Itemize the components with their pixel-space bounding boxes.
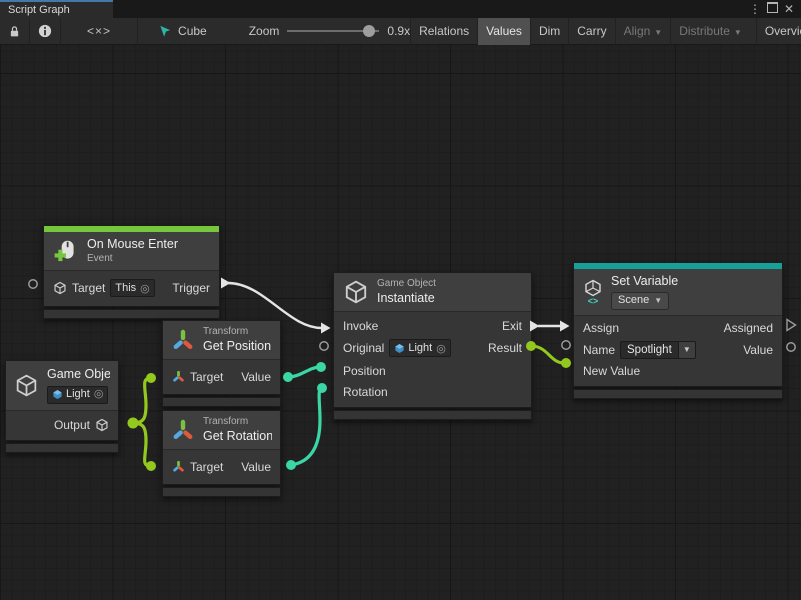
mouse-enter-icon (53, 238, 79, 264)
game-object-cube-icon (14, 373, 39, 398)
tab-script-graph[interactable]: Script Graph (0, 0, 113, 18)
target-object-field[interactable]: This ◎ (110, 279, 154, 297)
node-game-object-literal[interactable]: Game Object Light ◎ Output (5, 360, 119, 453)
port-label-target: Target (72, 281, 105, 295)
close-icon[interactable]: ✕ (784, 0, 794, 18)
node-category: Game Object (377, 278, 436, 291)
preview-code-button[interactable]: <×> (61, 18, 138, 45)
variable-kind-dropdown[interactable]: Scene ▼ (611, 292, 669, 310)
transform-icon (171, 328, 195, 352)
node-get-rotation[interactable]: Transform Get Rotation Target Value (162, 410, 281, 497)
overview-button[interactable]: Overview (756, 18, 801, 45)
node-footer (43, 309, 220, 319)
port-label-original: Original (343, 341, 384, 355)
variable-name-dropdown[interactable]: Spotlight ▼ (620, 341, 696, 359)
transform-mini-icon (172, 370, 185, 383)
relations-button[interactable]: Relations (410, 18, 477, 45)
node-instantiate[interactable]: Game Object Instantiate Invoke Exit Orig… (333, 272, 532, 420)
port-label-assigned: Assigned (724, 321, 773, 335)
game-object-cube-icon (343, 279, 369, 305)
maximize-icon[interactable] (767, 0, 778, 18)
node-subtitle: Event (87, 253, 178, 266)
unity-object-icon (52, 389, 63, 400)
node-footer (162, 397, 281, 407)
object-picker-icon[interactable]: ◎ (140, 282, 150, 295)
port-label-rotation: Rotation (343, 385, 388, 399)
node-category: Transform (203, 326, 271, 339)
port-label-invoke: Invoke (343, 319, 378, 333)
node-footer (573, 389, 783, 399)
port-label-position: Position (343, 364, 386, 378)
node-get-position[interactable]: Transform Get Position Target Value (162, 320, 281, 407)
graph-toolbar: <×> Cube Zoom 0.9x Relations Values Dim … (0, 18, 801, 45)
distribute-button[interactable]: Distribute▼ (670, 18, 750, 45)
node-footer (5, 443, 119, 453)
set-variable-icon: <> (583, 279, 603, 305)
unity-object-icon (394, 343, 405, 354)
port-label-exit: Exit (502, 319, 522, 333)
game-object-cube-icon (95, 418, 109, 432)
object-picker-icon[interactable]: ◎ (436, 342, 446, 355)
original-object-field[interactable]: Light ◎ (389, 339, 450, 357)
tab-title: Script Graph (8, 4, 70, 16)
node-category: Transform (203, 416, 272, 429)
port-label-result: Result (488, 341, 522, 355)
port-label-name: Name (583, 343, 615, 357)
port-label-output: Output (54, 418, 90, 432)
port-label-assign: Assign (583, 321, 619, 335)
port-label-value: Value (241, 460, 271, 474)
carry-button[interactable]: Carry (568, 18, 614, 45)
port-label-value: Value (241, 370, 271, 384)
node-title: Get Rotation (203, 429, 272, 445)
port-label-trigger: Trigger (172, 281, 210, 295)
chevron-down-icon: ▼ (679, 341, 696, 359)
node-set-variable[interactable]: <> Set Variable Scene ▼ Assign Assigned … (573, 262, 783, 399)
port-label-new-value: New Value (583, 364, 640, 378)
zoom-value: 0.9x (387, 24, 410, 38)
inspector-button[interactable] (30, 18, 61, 45)
zoom-slider[interactable] (287, 25, 379, 37)
toolbar-toggles: Relations Values Dim Carry Align▼ Distri… (410, 18, 801, 45)
port-label-value: Value (743, 343, 773, 357)
node-title: Game Object (47, 367, 110, 383)
breadcrumb-label: Cube (178, 24, 207, 38)
chevron-down-icon: ▼ (734, 28, 742, 37)
transform-icon (171, 418, 195, 442)
node-footer (162, 487, 281, 497)
object-picker-icon[interactable]: ◎ (94, 388, 104, 402)
zoom-label: Zoom (249, 24, 280, 38)
port-label-target: Target (190, 460, 223, 474)
node-footer (333, 410, 532, 420)
node-title: On Mouse Enter (87, 237, 178, 253)
script-graph-icon (158, 24, 173, 39)
chevron-down-icon: ▼ (654, 296, 662, 306)
code-icon: <×> (87, 24, 111, 38)
menu-kebab-icon[interactable]: ⋮ (749, 0, 761, 18)
node-on-mouse-enter[interactable]: On Mouse Enter Event Target This ◎ Trigg… (43, 225, 220, 319)
zoom-slider-handle[interactable] (363, 25, 375, 37)
port-label-target: Target (190, 370, 223, 384)
lock-icon (8, 25, 21, 38)
script-graph-window: Script Graph ⋮ ✕ <×> Cube (0, 0, 801, 600)
chevron-down-icon: ▼ (654, 28, 662, 37)
object-field[interactable]: Light ◎ (47, 386, 108, 404)
info-icon (38, 24, 52, 38)
breadcrumb[interactable]: Cube (158, 24, 207, 39)
align-button[interactable]: Align▼ (615, 18, 671, 45)
values-button[interactable]: Values (477, 18, 530, 45)
tab-strip: Script Graph ⋮ ✕ (0, 0, 801, 18)
transform-mini-icon (172, 460, 185, 473)
game-object-cube-icon (53, 281, 67, 295)
variable-brackets-icon: <> (588, 297, 599, 305)
dim-button[interactable]: Dim (530, 18, 568, 45)
lock-button[interactable] (0, 18, 30, 45)
window-controls: ⋮ ✕ (749, 0, 801, 18)
node-title: Instantiate (377, 291, 436, 307)
node-title: Set Variable (611, 274, 678, 290)
node-title: Get Position (203, 339, 271, 355)
zoom-control: Zoom 0.9x (249, 24, 410, 38)
